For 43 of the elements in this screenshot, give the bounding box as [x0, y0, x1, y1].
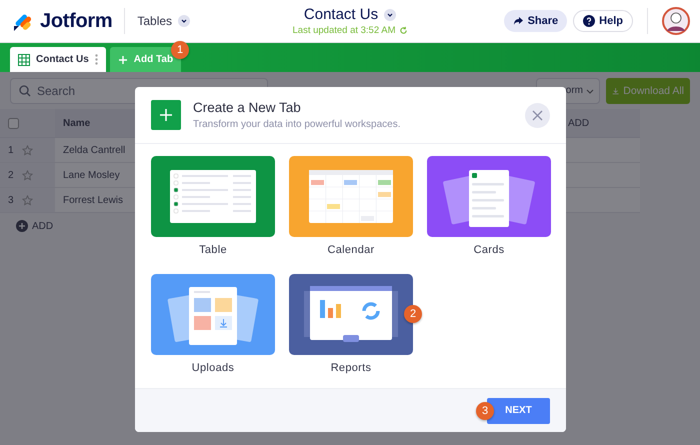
star-icon[interactable] — [22, 194, 33, 206]
close-icon — [532, 110, 543, 120]
last-updated-text: Last updated at 3:52 AM — [292, 25, 396, 36]
grid-icon — [18, 54, 30, 66]
add-row-button[interactable]: ADD — [10, 219, 60, 233]
plus-icon — [16, 220, 28, 232]
tab[interactable]: Contact Us — [10, 47, 106, 72]
dialog-subtitle: Transform your data into powerful workspaces. — [193, 119, 400, 130]
help-icon — [583, 15, 596, 27]
form-title: Contact Us — [304, 6, 378, 23]
close-button[interactable] — [525, 102, 550, 128]
chevron-icon[interactable] — [384, 8, 396, 20]
tab-type-option[interactable]: Uploads — [151, 274, 275, 388]
star-icon[interactable] — [22, 170, 33, 180]
brand-name: Jotform — [40, 10, 112, 32]
table-cell: Forrest Lewis — [63, 194, 124, 206]
search-icon — [19, 84, 31, 96]
checkbox[interactable] — [8, 118, 19, 128]
help-button[interactable]: Help — [573, 10, 633, 32]
plus-icon — [151, 100, 181, 130]
table-cell: Lane Mosley — [63, 170, 120, 180]
plus-icon — [118, 54, 128, 64]
download-icon — [612, 86, 620, 96]
row-number: 3 — [8, 194, 14, 206]
section-label[interactable]: Tables — [137, 14, 172, 28]
tab-type-option[interactable]: Calendar — [289, 156, 413, 270]
next-button[interactable]: NEXT — [487, 398, 550, 424]
more-icon[interactable] — [94, 54, 98, 65]
share-icon — [512, 16, 524, 26]
share-button[interactable]: Share — [504, 10, 568, 32]
avatar-icon[interactable] — [662, 7, 690, 35]
tab-type-option[interactable]: Cards — [427, 156, 551, 270]
star-icon[interactable] — [22, 144, 33, 156]
chevron-icon[interactable] — [178, 15, 190, 27]
step-marker: 2 — [404, 305, 422, 323]
table-cell: Zelda Cantrell — [63, 144, 126, 156]
dialog-title: Create a New Tab — [193, 100, 302, 115]
step-marker: 3 — [476, 402, 494, 420]
chevron-icon — [586, 86, 594, 94]
tab-type-option[interactable]: Table — [151, 156, 275, 270]
row-number: 2 — [8, 170, 14, 180]
row-number: 1 — [8, 144, 14, 156]
refresh-icon — [398, 26, 408, 35]
